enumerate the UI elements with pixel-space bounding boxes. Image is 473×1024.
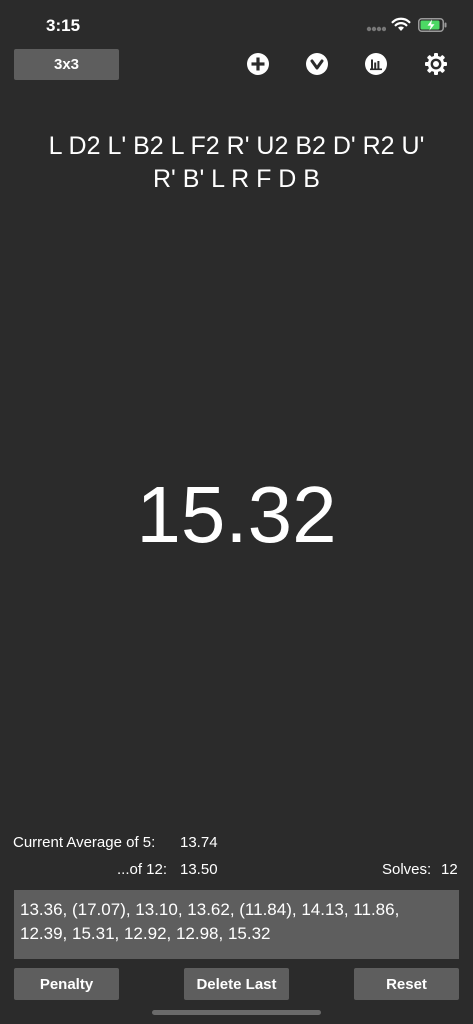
times-list[interactable]: 13.36, (17.07), 13.10, 13.62, (11.84), 1…	[14, 890, 459, 959]
scramble-text: L D2 L' B2 L F2 R' U2 B2 D' R2 U' R' B' …	[14, 130, 459, 196]
scramble-line-1: L D2 L' B2 L F2 R' U2 B2 D' R2 U'	[48, 132, 425, 160]
plus-circle-icon[interactable]	[247, 53, 269, 75]
signal-icon	[366, 26, 386, 32]
delete-last-button[interactable]: Delete Last	[184, 968, 289, 1000]
ao12-label: ...of 12:	[117, 861, 168, 878]
timer-display[interactable]: 15.32	[0, 470, 473, 560]
reset-button[interactable]: Reset	[354, 968, 459, 1000]
home-indicator[interactable]	[152, 1010, 321, 1015]
wifi-icon	[391, 17, 411, 31]
solves-label: Solves:	[382, 861, 432, 878]
penalty-button[interactable]: Penalty	[14, 968, 119, 1000]
scramble-line-2: R' B' L R F D B	[153, 165, 320, 193]
stats-icon[interactable]	[365, 53, 387, 75]
ao5-value: 13.74	[180, 834, 218, 851]
status-time: 3:15	[46, 16, 81, 35]
times-line-2: 12.39, 15.31, 12.92, 12.98, 15.32	[20, 924, 271, 943]
solves-value: 12	[441, 861, 458, 878]
times-line-1: 13.36, (17.07), 13.10, 13.62, (11.84), 1…	[20, 900, 400, 919]
chevron-down-circle-icon[interactable]	[306, 53, 328, 75]
puzzle-select-button[interactable]: 3x3	[14, 49, 119, 80]
ao5-label: Current Average of 5:	[13, 834, 156, 851]
ao12-value: 13.50	[180, 861, 218, 878]
gear-icon[interactable]	[425, 53, 447, 75]
battery-charging-icon	[418, 18, 447, 32]
